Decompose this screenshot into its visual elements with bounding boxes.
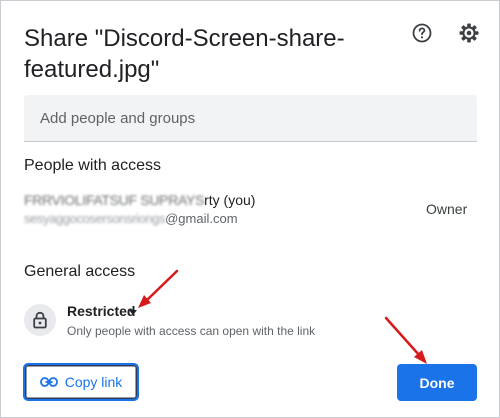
- gear-icon[interactable]: [457, 21, 481, 45]
- lock-icon: [24, 304, 56, 336]
- owner-email-redacted: sesyaggocosersonsriongs: [24, 211, 166, 226]
- add-people-field[interactable]: [24, 95, 477, 142]
- chevron-down-icon[interactable]: [129, 310, 137, 315]
- copy-link-button[interactable]: Copy link: [23, 363, 139, 401]
- done-button[interactable]: Done: [397, 364, 477, 401]
- general-access-heading: General access: [24, 263, 136, 280]
- owner-name-redacted: FRRVIOLIFATSUF SUPRAYS: [24, 192, 205, 208]
- owner-role-label: Owner: [426, 201, 468, 217]
- link-icon: [39, 377, 58, 387]
- people-with-access-heading: People with access: [24, 157, 161, 174]
- help-icon[interactable]: [410, 21, 434, 45]
- dialog-title: Share "Discord-Screen-share-featured.jpg…: [24, 25, 345, 83]
- share-dialog: Share "Discord-Screen-share-featured.jpg…: [0, 0, 500, 418]
- copy-link-label: Copy link: [64, 374, 123, 390]
- owner-email-suffix: @gmail.com: [165, 211, 238, 226]
- access-level-dropdown[interactable]: Restricted: [67, 303, 135, 319]
- owner-email: sesyaggocosersonsriongs@gmail.com: [24, 211, 238, 226]
- add-people-input[interactable]: [24, 95, 477, 141]
- access-description: Only people with access can open with th…: [67, 324, 316, 338]
- owner-name: FRRVIOLIFATSUF SUPRAYSrty (you): [24, 192, 255, 208]
- owner-name-suffix: rty (you): [204, 192, 256, 208]
